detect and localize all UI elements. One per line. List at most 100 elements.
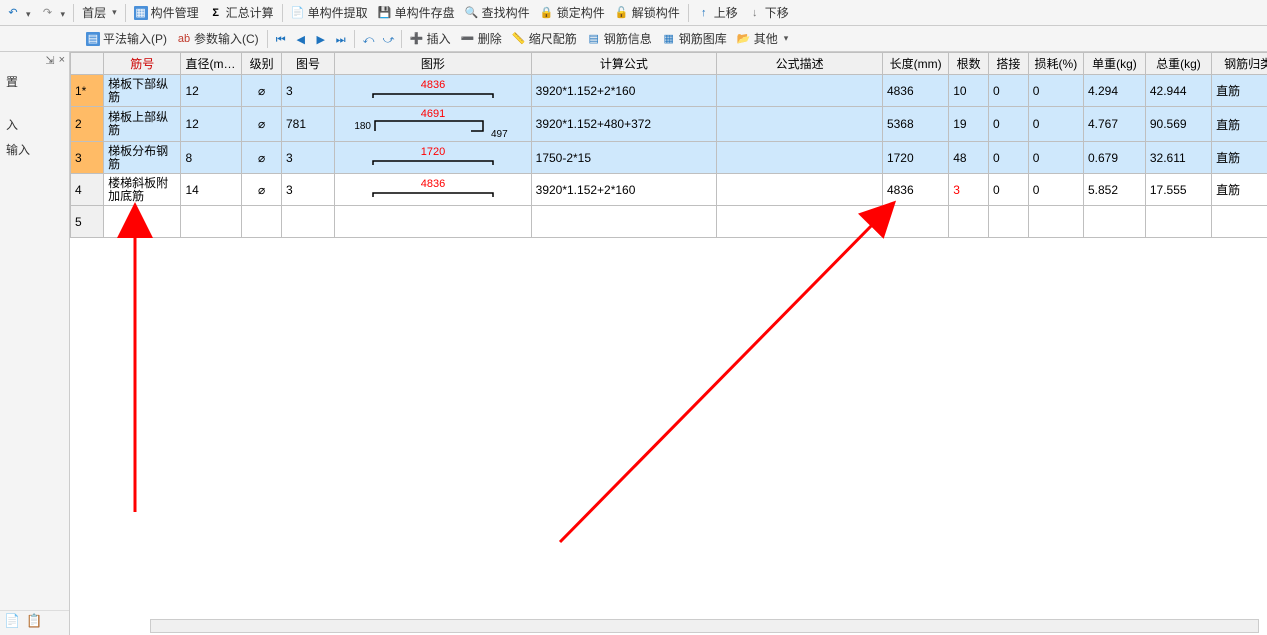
cell-shape[interactable]: 4836 [335, 75, 532, 107]
unlock-button[interactable]: 🔓解锁构件 [611, 3, 684, 22]
component-mgmt-button[interactable]: ▦构件管理 [130, 3, 203, 22]
sum-calc-button[interactable]: Σ汇总计算 [205, 3, 278, 22]
cell-formula[interactable]: 3920*1.152+2*160 [531, 174, 717, 206]
info-button[interactable]: ▤钢筋信息 [583, 29, 656, 48]
insert-button[interactable]: ➕插入 [406, 29, 455, 48]
save-button[interactable]: 💾单构件存盘 [374, 3, 459, 22]
cell-th[interactable]: 3 [281, 174, 334, 206]
cell-len[interactable]: 1720 [882, 142, 948, 174]
nav-first-button[interactable]: ⏮ [272, 30, 290, 48]
lib-button[interactable]: ▦钢筋图库 [658, 29, 731, 48]
cell-desc[interactable] [717, 75, 883, 107]
delete-button[interactable]: ➖删除 [457, 29, 506, 48]
cell-name[interactable] [104, 206, 181, 238]
cell-th[interactable]: 3 [281, 142, 334, 174]
cell-dia[interactable]: 14 [181, 174, 242, 206]
cell-name[interactable]: 梯板下部纵筋 [104, 75, 181, 107]
table-row[interactable]: 2梯板上部纵筋12⌀781 4691 180 497 3920*1.152+48… [71, 107, 1267, 142]
move-up-button[interactable]: ↑上移 [693, 3, 742, 22]
rebar-grid[interactable]: 筋号 直径(mm) 级别 图号 图形 计算公式 公式描述 长度(mm) 根数 搭… [70, 52, 1267, 238]
cell-daj[interactable]: 0 [988, 75, 1028, 107]
cell-cat[interactable] [1212, 206, 1267, 238]
cell-rownum[interactable]: 3 [71, 142, 104, 174]
cell-tw[interactable] [1145, 206, 1211, 238]
go-back-button[interactable]: ⤺ [359, 30, 377, 48]
lock-button[interactable]: 🔒锁定构件 [536, 3, 609, 22]
cell-num[interactable] [949, 206, 989, 238]
redo-button[interactable]: ↷ [37, 5, 70, 21]
cell-daj[interactable]: 0 [988, 142, 1028, 174]
cell-shape[interactable] [335, 206, 532, 238]
cell-loss[interactable]: 0 [1028, 75, 1083, 107]
cell-lv[interactable]: ⌀ [242, 107, 282, 142]
param-input-button[interactable]: aḃ参数输入(C) [173, 29, 263, 48]
table-row[interactable]: 5 [71, 206, 1267, 238]
table-row[interactable]: 4楼梯斜板附加底筋14⌀348363920*1.152+2*1604836300… [71, 174, 1267, 206]
cell-rownum[interactable]: 2 [71, 107, 104, 142]
cell-name[interactable]: 梯板上部纵筋 [104, 107, 181, 142]
copy-icon[interactable]: 📄 [4, 613, 20, 629]
cell-len[interactable]: 5368 [882, 107, 948, 142]
pf-input-button[interactable]: ▤平法输入(P) [82, 29, 171, 48]
undo-button[interactable]: ↶ [2, 5, 35, 21]
cell-len[interactable]: 4836 [882, 174, 948, 206]
scale-button[interactable]: 📏缩尺配筋 [508, 29, 581, 48]
cell-dia[interactable]: 12 [181, 107, 242, 142]
cell-num[interactable]: 48 [949, 142, 989, 174]
cell-desc[interactable] [717, 142, 883, 174]
cell-rownum[interactable]: 5 [71, 206, 104, 238]
cell-cat[interactable]: 直筋 [1212, 142, 1267, 174]
cell-dia[interactable]: 12 [181, 75, 242, 107]
cell-name[interactable]: 梯板分布钢筋 [104, 142, 181, 174]
nav-next-button[interactable]: ▶ [312, 30, 330, 48]
cell-num[interactable]: 19 [949, 107, 989, 142]
go-forward-button[interactable]: ⤻ [379, 30, 397, 48]
nav-prev-button[interactable]: ◀ [292, 30, 310, 48]
table-row[interactable]: 1*梯板下部纵筋12⌀348363920*1.152+2*16048361000… [71, 75, 1267, 107]
cell-formula[interactable]: 3920*1.152+480+372 [531, 107, 717, 142]
cell-th[interactable] [281, 206, 334, 238]
cell-uw[interactable] [1083, 206, 1145, 238]
cell-cat[interactable]: 直筋 [1212, 107, 1267, 142]
cell-num[interactable]: 10 [949, 75, 989, 107]
cell-tw[interactable]: 42.944 [1145, 75, 1211, 107]
cell-len[interactable]: 4836 [882, 75, 948, 107]
cell-formula[interactable]: 1750-2*15 [531, 142, 717, 174]
table-row[interactable]: 3梯板分布钢筋8⌀317201750-2*15172048000.67932.6… [71, 142, 1267, 174]
cell-uw[interactable]: 4.294 [1083, 75, 1145, 107]
cell-uw[interactable]: 4.767 [1083, 107, 1145, 142]
layer-dropdown[interactable]: 首层 [78, 3, 121, 22]
find-button[interactable]: 🔍查找构件 [461, 3, 534, 22]
cell-shape[interactable]: 1720 [335, 142, 532, 174]
cell-daj[interactable]: 0 [988, 107, 1028, 142]
cell-formula[interactable]: 3920*1.152+2*160 [531, 75, 717, 107]
cell-len[interactable] [882, 206, 948, 238]
cell-desc[interactable] [717, 206, 883, 238]
paste-icon[interactable]: 📋 [26, 613, 42, 629]
horizontal-scrollbar[interactable] [150, 619, 1259, 633]
cell-tw[interactable]: 90.569 [1145, 107, 1211, 142]
pin-icon[interactable]: ⇲ [45, 54, 54, 67]
cell-daj[interactable] [988, 206, 1028, 238]
cell-desc[interactable] [717, 107, 883, 142]
cell-loss[interactable]: 0 [1028, 174, 1083, 206]
cell-uw[interactable]: 5.852 [1083, 174, 1145, 206]
cell-loss[interactable]: 0 [1028, 142, 1083, 174]
cell-uw[interactable]: 0.679 [1083, 142, 1145, 174]
cell-tw[interactable]: 17.555 [1145, 174, 1211, 206]
cell-formula[interactable] [531, 206, 717, 238]
cell-loss[interactable]: 0 [1028, 107, 1083, 142]
cell-loss[interactable] [1028, 206, 1083, 238]
cell-lv[interactable] [242, 206, 282, 238]
cell-cat[interactable]: 直筋 [1212, 75, 1267, 107]
cell-dia[interactable]: 8 [181, 142, 242, 174]
cell-rownum[interactable]: 1* [71, 75, 104, 107]
cell-lv[interactable]: ⌀ [242, 142, 282, 174]
cell-lv[interactable]: ⌀ [242, 174, 282, 206]
cell-daj[interactable]: 0 [988, 174, 1028, 206]
other-dropdown[interactable]: 📂其他 [733, 29, 793, 48]
cell-dia[interactable] [181, 206, 242, 238]
cell-shape[interactable]: 4836 [335, 174, 532, 206]
cell-th[interactable]: 781 [281, 107, 334, 142]
cell-name[interactable]: 楼梯斜板附加底筋 [104, 174, 181, 206]
